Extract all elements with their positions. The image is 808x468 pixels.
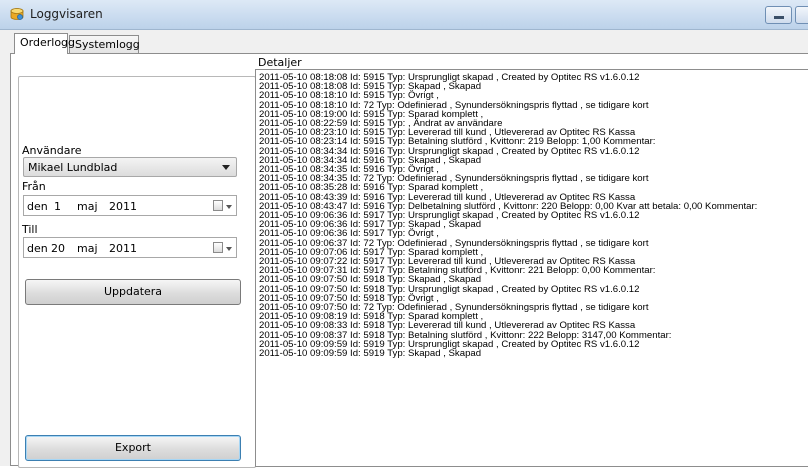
tab-orderlogg[interactable]: Orderlogg (14, 33, 75, 54)
from-date-picker[interactable]: den 1 maj 2011 (23, 195, 237, 216)
user-label: Användare (22, 144, 82, 157)
minimize-icon (774, 16, 784, 19)
calendar-icon[interactable] (213, 200, 223, 211)
calendar-icon[interactable] (213, 242, 223, 253)
tab-panel: Användare Mikael Lundblad Från den 1 maj… (10, 53, 808, 468)
minimize-button[interactable] (765, 6, 792, 24)
from-date-prefix: den (27, 200, 48, 213)
maximize-button[interactable] (795, 6, 808, 24)
to-date-month[interactable]: maj (77, 242, 98, 255)
user-select[interactable]: Mikael Lundblad (23, 157, 237, 177)
chevron-down-icon[interactable] (226, 205, 232, 209)
to-date-day[interactable]: 20 (51, 242, 65, 255)
tab-systemlogg[interactable]: Systemlogg (69, 35, 140, 53)
log-lines: 2011-05-10 08:18:08 Id: 5915 Typ: Urspru… (259, 73, 757, 360)
window-client: Orderlogg Systemlogg Användare Mikael Lu… (0, 30, 808, 468)
chevron-down-icon (222, 165, 230, 170)
from-date-day[interactable]: 1 (54, 200, 61, 213)
details-label: Detaljer (258, 56, 302, 69)
update-button[interactable]: Uppdatera (25, 279, 241, 305)
from-date-year[interactable]: 2011 (109, 200, 137, 213)
filter-group: Användare Mikael Lundblad Från den 1 maj… (18, 76, 256, 468)
window-title: Loggvisaren (30, 7, 103, 21)
from-label: Från (22, 180, 46, 193)
title-bar: Loggvisaren (0, 0, 808, 30)
from-date-month[interactable]: maj (77, 200, 98, 213)
export-button[interactable]: Export (25, 435, 241, 461)
to-date-prefix: den (27, 242, 48, 255)
log-line: 2011-05-10 09:09:59 Id: 5919 Typ: Skapad… (259, 348, 482, 360)
to-date-year[interactable]: 2011 (109, 242, 137, 255)
chevron-down-icon[interactable] (226, 247, 232, 251)
user-select-value: Mikael Lundblad (28, 161, 118, 174)
db-icon (10, 8, 24, 20)
to-label: Till (22, 223, 38, 236)
details-textarea[interactable]: 2011-05-10 08:18:08 Id: 5915 Typ: Urspru… (255, 69, 808, 467)
to-date-picker[interactable]: den 20 maj 2011 (23, 237, 237, 258)
